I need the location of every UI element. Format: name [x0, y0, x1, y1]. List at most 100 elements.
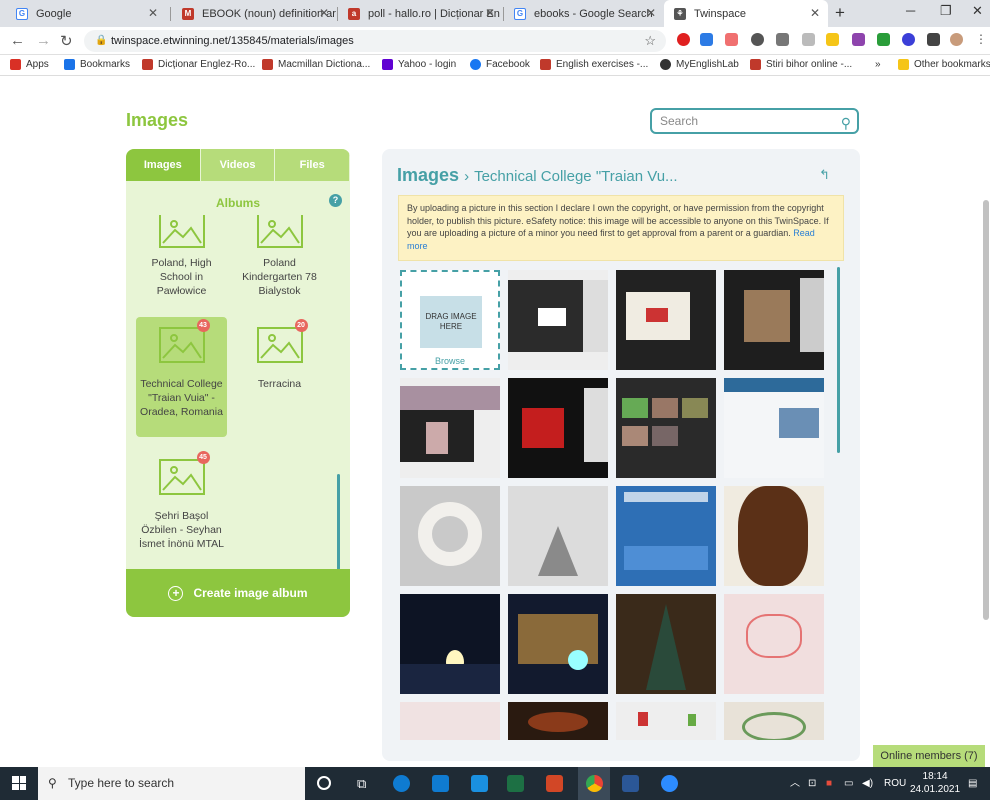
- image-thumbnail[interactable]: [616, 270, 716, 370]
- image-thumbnail[interactable]: [724, 486, 824, 586]
- tray-app-icon[interactable]: ⊡: [808, 767, 816, 800]
- edge-icon[interactable]: [393, 775, 410, 792]
- image-thumbnail[interactable]: [616, 486, 716, 586]
- image-thumbnail[interactable]: [724, 594, 824, 694]
- browser-tab[interactable]: a poll - hallo.ro | Dicționar En ✕: [338, 0, 503, 27]
- files-icon[interactable]: [471, 775, 488, 792]
- image-thumbnail[interactable]: [508, 270, 608, 370]
- image-thumbnail[interactable]: [724, 702, 824, 740]
- breadcrumb-root[interactable]: Images: [397, 165, 459, 185]
- bookmarks-overflow[interactable]: »: [875, 59, 881, 70]
- image-thumbnail[interactable]: [400, 486, 500, 586]
- create-album-button[interactable]: + Create image album: [126, 569, 350, 617]
- tray-chevron-icon[interactable]: ︿: [790, 767, 800, 800]
- extension-icon[interactable]: [677, 33, 690, 46]
- bookmark-item[interactable]: Facebook: [470, 59, 530, 70]
- image-thumbnail[interactable]: [616, 702, 716, 740]
- close-icon[interactable]: ✕: [485, 6, 495, 20]
- album-item[interactable]: Poland Kindergarten 78 Bialystok: [234, 215, 325, 305]
- image-thumbnail[interactable]: [400, 594, 500, 694]
- page-scrollbar-thumb[interactable]: [983, 200, 989, 620]
- extension-icon[interactable]: [802, 33, 815, 46]
- browser-tab[interactable]: G Google ✕: [6, 0, 166, 27]
- album-item[interactable]: 20 Terracina: [234, 317, 325, 407]
- image-thumbnail[interactable]: [616, 594, 716, 694]
- extension-icon[interactable]: [877, 33, 890, 46]
- excel-icon[interactable]: [507, 775, 524, 792]
- browser-tab[interactable]: Gebooks - Google Search ✕: [504, 0, 664, 27]
- image-thumbnail[interactable]: [616, 378, 716, 478]
- notifications-icon[interactable]: ▤: [968, 767, 977, 800]
- bookmark-item[interactable]: English exercises -...: [540, 59, 648, 70]
- extension-icon[interactable]: [700, 33, 713, 46]
- cortana-icon[interactable]: [317, 776, 331, 790]
- restore-icon[interactable]: ❐: [940, 3, 952, 19]
- word-icon[interactable]: [622, 775, 639, 792]
- puzzle-icon[interactable]: [927, 33, 940, 46]
- album-item[interactable]: 45 Şehri Başol Özbilen - Seyhan İsmet İn…: [136, 449, 227, 559]
- tray-app-icon[interactable]: ■: [826, 767, 832, 800]
- forward-icon[interactable]: →: [36, 32, 51, 49]
- album-item[interactable]: Poland, High School in Pawłowice: [136, 215, 227, 305]
- close-icon[interactable]: ✕: [148, 6, 158, 20]
- bookmark-item[interactable]: Macmillan Dictiona...: [262, 59, 370, 70]
- image-thumbnail[interactable]: [508, 486, 608, 586]
- tab-files[interactable]: Files: [275, 149, 350, 181]
- help-icon[interactable]: ?: [329, 194, 342, 207]
- avatar[interactable]: [950, 33, 963, 46]
- extension-icon[interactable]: [902, 33, 915, 46]
- online-members-button[interactable]: Online members (7): [873, 745, 985, 767]
- browser-tab-active[interactable]: ⚘ Twinspace ✕: [664, 0, 828, 27]
- images-scrollbar[interactable]: [837, 267, 840, 453]
- bookmark-item[interactable]: Apps: [10, 59, 49, 70]
- tab-videos[interactable]: Videos: [200, 149, 276, 181]
- browse-link[interactable]: Browse: [402, 356, 498, 366]
- window-close-icon[interactable]: ✕: [972, 3, 983, 19]
- back-arrow-icon[interactable]: ↰: [819, 167, 830, 183]
- bookmark-item[interactable]: Yahoo - login: [382, 59, 456, 70]
- windows-start-icon[interactable]: [12, 776, 26, 790]
- taskbar-search-input[interactable]: ⚲ Type here to search: [38, 767, 305, 800]
- browser-tab[interactable]: M EBOOK (noun) definition ar ✕: [172, 0, 337, 27]
- extension-icon[interactable]: [751, 33, 764, 46]
- album-item-selected[interactable]: 43 Technical College "Traian Vuia" - Ora…: [136, 317, 227, 437]
- image-thumbnail[interactable]: [724, 378, 824, 478]
- close-icon[interactable]: ✕: [810, 6, 820, 20]
- extension-icon[interactable]: [852, 33, 865, 46]
- powerpoint-icon[interactable]: [546, 775, 563, 792]
- image-thumbnail[interactable]: [724, 270, 824, 370]
- reload-icon[interactable]: ↻: [60, 32, 73, 50]
- other-bookmarks[interactable]: Other bookmarks: [898, 59, 990, 70]
- volume-icon[interactable]: ◀): [862, 767, 873, 800]
- search-input[interactable]: Search ⚲: [650, 108, 859, 134]
- bookmark-item[interactable]: MyEnglishLab: [660, 59, 739, 70]
- task-view-icon[interactable]: ⧉: [357, 776, 366, 792]
- image-thumbnail[interactable]: [508, 702, 608, 740]
- new-tab-icon[interactable]: +: [835, 3, 845, 23]
- extension-icon[interactable]: [776, 33, 789, 46]
- zoom-icon[interactable]: [661, 775, 678, 792]
- language-indicator[interactable]: ROU: [884, 767, 906, 800]
- bookmark-item[interactable]: Stiri bihor online -...: [750, 59, 852, 70]
- clock[interactable]: 18:14 24.01.2021: [910, 770, 960, 796]
- network-icon[interactable]: ▭: [844, 767, 853, 800]
- image-dropzone[interactable]: DRAG IMAGE HERE Browse: [400, 270, 500, 370]
- back-icon[interactable]: ←: [10, 32, 25, 49]
- image-thumbnail[interactable]: [508, 594, 608, 694]
- image-thumbnail[interactable]: [400, 702, 500, 740]
- bookmark-item[interactable]: Bookmarks: [64, 59, 130, 70]
- search-icon[interactable]: ⚲: [841, 112, 851, 134]
- bookmark-item[interactable]: Dicționar Englez-Ro...: [142, 59, 255, 70]
- extension-icon[interactable]: [725, 33, 738, 46]
- image-thumbnail[interactable]: [508, 378, 608, 478]
- mail-icon[interactable]: [432, 775, 449, 792]
- minimize-icon[interactable]: ─: [906, 3, 915, 18]
- more-menu-icon[interactable]: ⋮: [975, 33, 988, 46]
- url-input[interactable]: 🔒 twinspace.etwinning.net/135845/materia…: [84, 30, 666, 52]
- bookmark-star-icon[interactable]: ☆: [644, 30, 656, 52]
- chrome-taskbar-active[interactable]: [578, 767, 610, 800]
- close-icon[interactable]: ✕: [319, 6, 329, 20]
- image-thumbnail[interactable]: [400, 378, 500, 478]
- close-icon[interactable]: ✕: [646, 6, 656, 20]
- extension-icon[interactable]: [826, 33, 839, 46]
